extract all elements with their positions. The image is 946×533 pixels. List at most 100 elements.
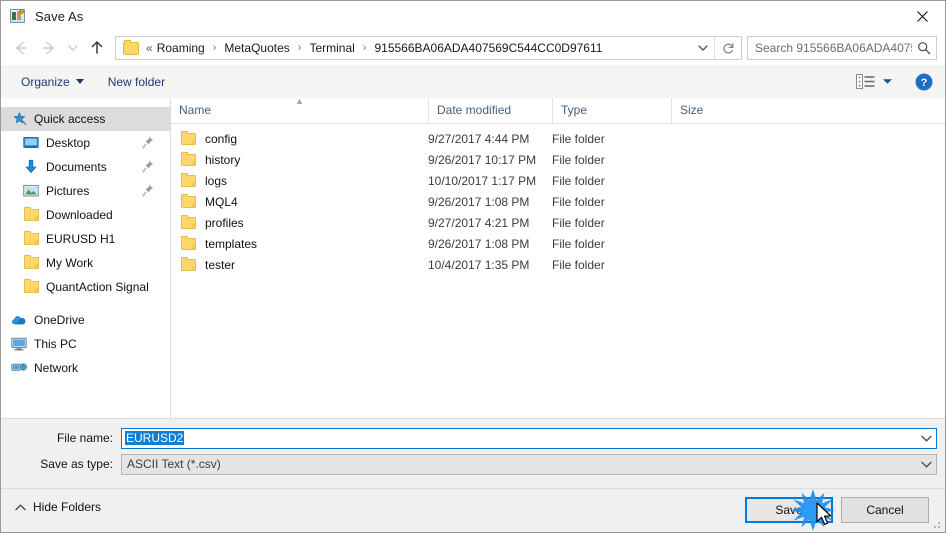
search-box[interactable]: Search 915566BA06ADA40756...	[747, 36, 937, 60]
forward-button[interactable]	[35, 34, 63, 62]
arrow-right-icon	[43, 41, 54, 55]
breadcrumb-overflow[interactable]: «	[145, 41, 154, 55]
save-button[interactable]: Save	[745, 497, 833, 523]
change-view-button[interactable]	[850, 71, 899, 92]
hide-folders-label: Hide Folders	[33, 500, 102, 514]
breadcrumb-item-metaquotes[interactable]: MetaQuotes	[223, 41, 290, 55]
file-name-cell: profiles	[171, 214, 428, 230]
file-date: 9/26/2017 1:08 PM	[428, 236, 530, 251]
folder-icon	[123, 39, 139, 55]
sidebar-item-label: Network	[34, 361, 79, 375]
chevron-down-icon	[68, 45, 78, 51]
save-form: File name: EURUSD2 Save as type: ASCII T…	[1, 418, 945, 489]
table-row[interactable]: tester 10/4/2017 1:35 PM File folder	[171, 254, 945, 275]
file-name: templates	[205, 236, 258, 251]
folder-icon	[181, 172, 196, 187]
search-button[interactable]	[912, 41, 936, 55]
table-row[interactable]: config 9/27/2017 4:44 PM File folder	[171, 128, 945, 149]
file-name-cell: tester	[171, 256, 428, 272]
table-row[interactable]: logs 10/10/2017 1:17 PM File folder	[171, 170, 945, 191]
filename-input[interactable]: EURUSD2	[121, 427, 937, 449]
help-button[interactable]: ?	[915, 73, 933, 91]
sidebar-item-quantaction-signal[interactable]: QuantAction Signal	[1, 275, 170, 299]
sidebar-item-onedrive[interactable]: OneDrive	[1, 308, 170, 332]
file-type: File folder	[552, 194, 605, 209]
table-row[interactable]: profiles 9/27/2017 4:21 PM File folder	[171, 212, 945, 233]
search-input[interactable]: Search 915566BA06ADA40756...	[755, 41, 912, 55]
file-list-pane: ▲ Name Date modified Type Size config 9/…	[171, 98, 945, 418]
cancel-label: Cancel	[866, 503, 904, 517]
chevron-down-icon	[921, 435, 932, 442]
back-button[interactable]	[7, 34, 35, 62]
arrow-up-icon	[91, 41, 103, 54]
sidebar-item-my-work[interactable]: My Work	[1, 251, 170, 275]
sidebar-item-quick-access[interactable]: Quick access	[1, 107, 170, 131]
sidebar-item-label: Pictures	[46, 184, 90, 198]
sidebar-item-documents[interactable]: Documents	[1, 155, 170, 179]
breadcrumb-separator: ›	[297, 42, 302, 54]
file-date: 10/4/2017 1:35 PM	[428, 257, 530, 272]
pictures-icon	[23, 183, 39, 199]
new-folder-button[interactable]: New folder	[100, 71, 173, 93]
filetype-label: Save as type:	[40, 457, 113, 471]
toolbar-right-group: ?	[850, 71, 945, 92]
breadcrumb-item-terminal-id[interactable]: 915566BA06ADA407569C544CC0D97611	[373, 41, 603, 55]
chevron-down-icon	[921, 461, 932, 468]
up-button[interactable]	[83, 34, 111, 62]
command-toolbar: Organize New folder ?	[1, 65, 945, 99]
dialog-footer: Hide Folders Save Cancel	[1, 488, 945, 532]
table-row[interactable]: MQL4 9/26/2017 1:08 PM File folder	[171, 191, 945, 212]
file-name-cell: config	[171, 130, 428, 146]
address-bar[interactable]: « Roaming › MetaQuotes › Terminal › 9155…	[115, 36, 742, 60]
address-dropdown-button[interactable]	[692, 44, 714, 52]
column-header-type[interactable]: Type	[552, 98, 671, 123]
sidebar-item-label: This PC	[34, 337, 77, 351]
svg-text:?: ?	[921, 77, 928, 89]
cancel-button[interactable]: Cancel	[841, 497, 929, 523]
file-date: 10/10/2017 1:17 PM	[428, 173, 537, 188]
file-date: 9/26/2017 10:17 PM	[428, 152, 537, 167]
column-header-name[interactable]: ▲ Name	[171, 98, 428, 123]
breadcrumb-item-terminal[interactable]: Terminal	[308, 41, 355, 55]
sidebar-item-label: Documents	[46, 160, 107, 174]
filetype-row: Save as type: ASCII Text (*.csv)	[1, 453, 945, 475]
sidebar-item-label: Downloaded	[46, 208, 113, 222]
filename-dropdown-button[interactable]	[917, 429, 936, 448]
filetype-dropdown-button[interactable]	[917, 455, 936, 474]
file-type: File folder	[552, 173, 605, 188]
sidebar-item-network[interactable]: Network	[1, 356, 170, 380]
breadcrumb-item-roaming[interactable]: Roaming	[156, 41, 206, 55]
column-headers: ▲ Name Date modified Type Size	[171, 98, 945, 124]
breadcrumb-separator: ›	[212, 42, 217, 54]
chevron-down-icon	[698, 45, 708, 51]
sidebar-item-desktop[interactable]: Desktop	[1, 131, 170, 155]
onedrive-icon	[11, 312, 27, 328]
resize-grip[interactable]	[930, 518, 942, 530]
hide-folders-button[interactable]: Hide Folders	[15, 500, 101, 514]
file-date: 9/26/2017 1:08 PM	[428, 194, 530, 209]
recent-locations-button[interactable]	[63, 34, 83, 62]
column-header-label: Date modified	[437, 103, 512, 117]
folder-icon	[181, 235, 196, 250]
save-label: Save	[775, 503, 803, 517]
column-header-date-modified[interactable]: Date modified	[428, 98, 552, 123]
filename-value[interactable]: EURUSD2	[125, 431, 185, 445]
close-button[interactable]	[899, 1, 945, 31]
sidebar-item-this-pc[interactable]: This PC	[1, 332, 170, 356]
filename-row: File name: EURUSD2	[1, 427, 945, 449]
organize-button[interactable]: Organize	[13, 71, 92, 93]
table-row[interactable]: templates 9/26/2017 1:08 PM File folder	[171, 233, 945, 254]
sidebar-item-eurusd-h1[interactable]: EURUSD H1	[1, 227, 170, 251]
desktop-icon	[23, 135, 39, 151]
refresh-button[interactable]	[714, 37, 741, 59]
sidebar-item-downloaded[interactable]: Downloaded	[1, 203, 170, 227]
sidebar-item-pictures[interactable]: Pictures	[1, 179, 170, 203]
folder-icon	[181, 214, 196, 229]
file-rows: config 9/27/2017 4:44 PM File folder his…	[171, 124, 945, 275]
column-header-size[interactable]: Size	[671, 98, 751, 123]
table-row[interactable]: history 9/26/2017 10:17 PM File folder	[171, 149, 945, 170]
documents-icon	[23, 159, 39, 175]
folder-icon	[23, 231, 39, 247]
filetype-select[interactable]: ASCII Text (*.csv)	[121, 453, 937, 475]
